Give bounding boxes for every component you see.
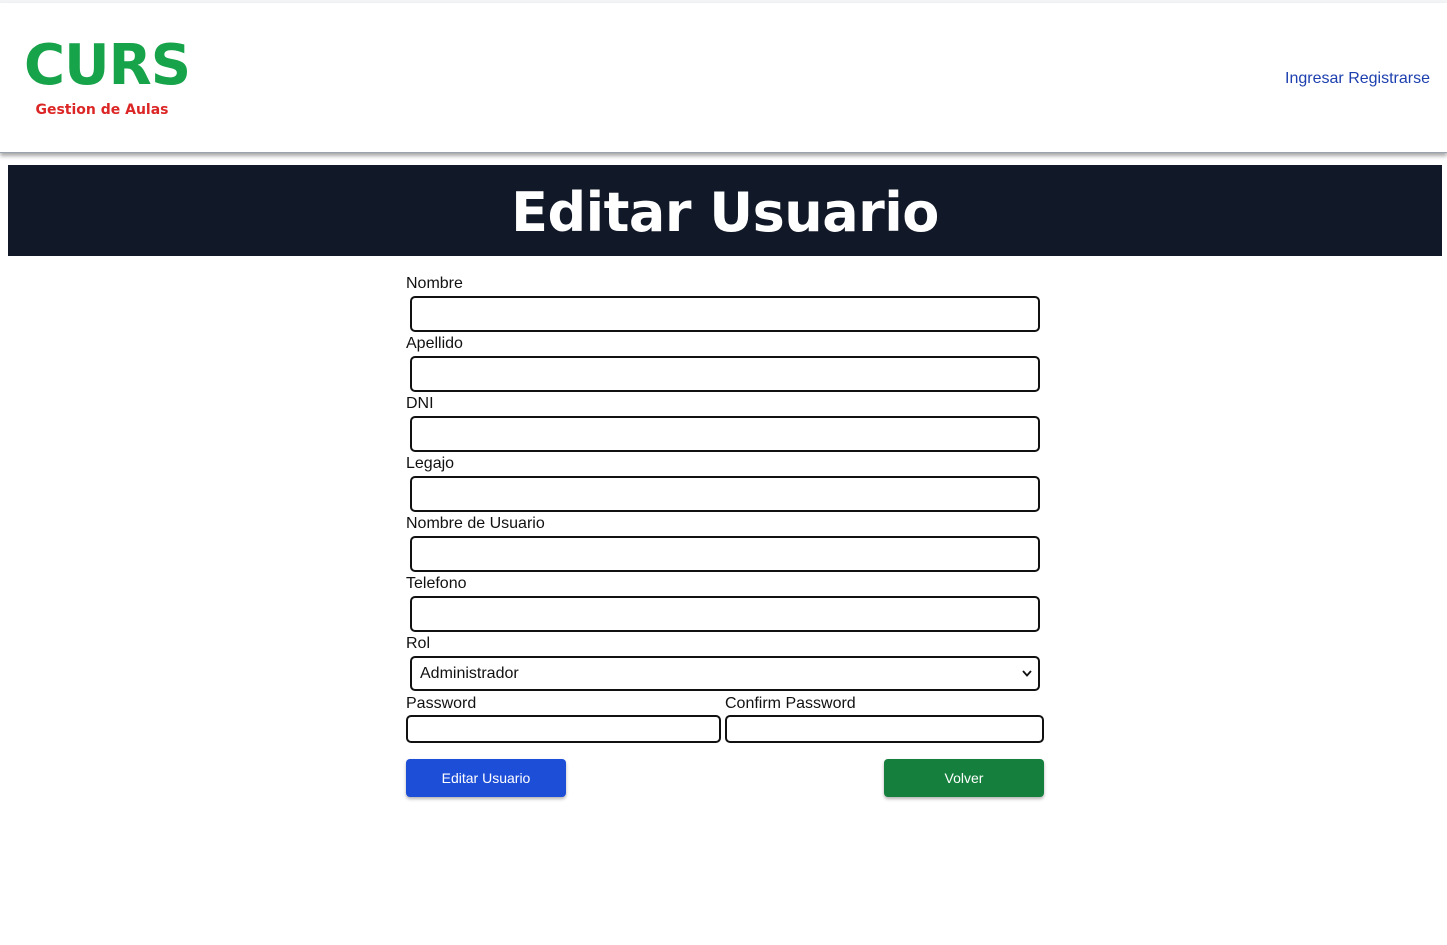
- edit-user-form: Nombre Apellido DNI Legajo Nombre de Usu…: [406, 256, 1046, 797]
- field-apellido: Apellido: [406, 316, 1046, 392]
- site-header: CURS Gestion de Aulas Ingresar Registrar…: [0, 3, 1447, 153]
- field-telefono: Telefono: [406, 556, 1046, 632]
- back-button[interactable]: Volver: [884, 759, 1044, 797]
- legajo-label: Legajo: [406, 455, 455, 472]
- login-link[interactable]: Ingresar: [1285, 70, 1344, 87]
- rol-select[interactable]: Administrador: [410, 656, 1040, 691]
- password-label: Password: [406, 695, 477, 712]
- logo-subtitle: Gestion de Aulas: [35, 102, 169, 118]
- field-dni: DNI: [406, 376, 1046, 452]
- logo[interactable]: CURS Gestion de Aulas: [24, 33, 191, 119]
- page-banner: Editar Usuario: [8, 165, 1442, 256]
- edit-user-button[interactable]: Editar Usuario: [406, 759, 566, 797]
- field-rol: Rol Administrador: [406, 616, 1046, 691]
- rol-selected-value: Administrador: [420, 664, 519, 682]
- field-nombre-de-usuario: Nombre de Usuario: [406, 496, 1046, 572]
- password-row: Password Confirm Password: [406, 694, 1046, 744]
- confirm-password-label: Confirm Password: [725, 695, 856, 712]
- apellido-label: Apellido: [406, 335, 463, 352]
- logo-title: CURS: [24, 33, 191, 98]
- password-input[interactable]: [406, 715, 721, 743]
- rol-label: Rol: [406, 635, 431, 652]
- nombre-label: Nombre: [406, 275, 463, 292]
- dni-label: DNI: [406, 395, 434, 412]
- register-link[interactable]: Registrarse: [1348, 70, 1430, 87]
- header-nav: Ingresar Registrarse: [1285, 69, 1430, 89]
- telefono-label: Telefono: [406, 575, 467, 592]
- field-nombre: Nombre: [406, 256, 1046, 332]
- page-title: Editar Usuario: [511, 181, 939, 244]
- field-legajo: Legajo: [406, 436, 1046, 512]
- confirm-password-input[interactable]: [725, 715, 1044, 743]
- chevron-down-icon: [1022, 670, 1032, 677]
- nombre-de-usuario-label: Nombre de Usuario: [406, 515, 545, 532]
